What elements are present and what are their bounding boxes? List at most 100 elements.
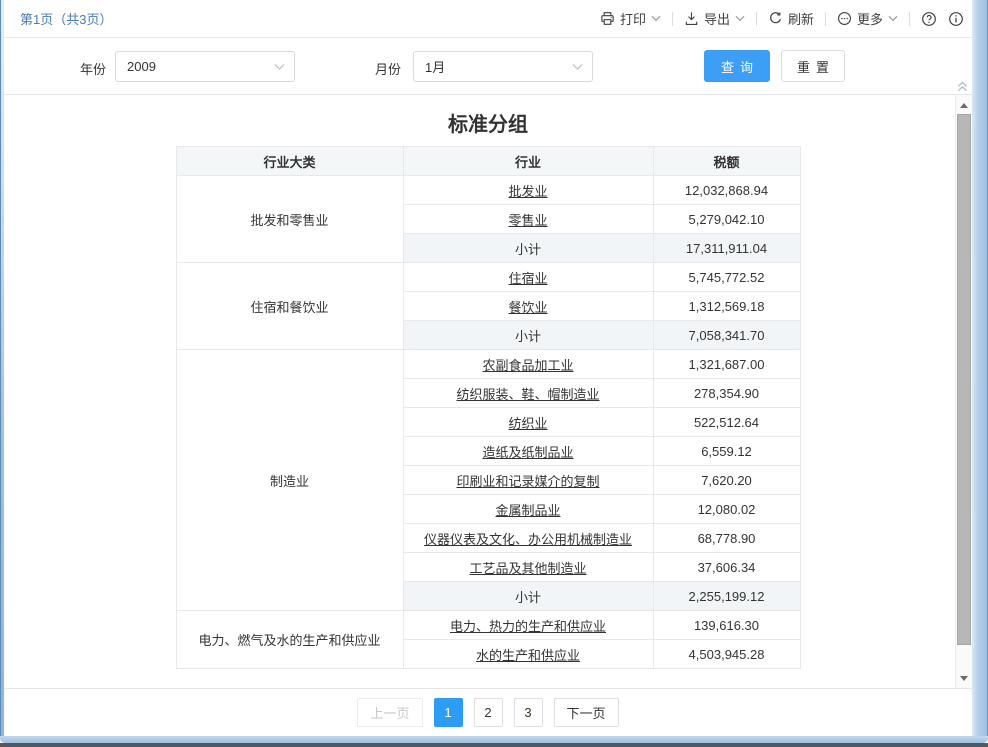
industry-cell[interactable]: 零售业 xyxy=(403,205,653,234)
refresh-button[interactable]: 刷新 xyxy=(768,9,814,28)
year-select[interactable]: 2009 xyxy=(115,51,295,82)
table-row: 制造业农副食品加工业1,321,687.00 xyxy=(176,350,800,379)
export-button[interactable]: 导出 xyxy=(684,9,745,28)
help-button[interactable] xyxy=(921,11,937,27)
industry-link[interactable]: 水的生产和供应业 xyxy=(476,648,580,663)
vertical-scrollbar[interactable] xyxy=(955,95,972,688)
category-cell: 批发和零售业 xyxy=(176,176,403,263)
amount-cell: 5,279,042.10 xyxy=(653,205,800,234)
industry-cell[interactable]: 纺织业 xyxy=(403,408,653,437)
toolbar-divider xyxy=(756,12,757,26)
industry-link[interactable]: 造纸及纸制品业 xyxy=(482,445,573,460)
column-header-category: 行业大类 xyxy=(176,147,403,176)
industry-link[interactable]: 零售业 xyxy=(508,213,547,228)
filter-bar: 年份 2009 月份 1月 查询 重置 xyxy=(4,38,972,95)
month-value: 1月 xyxy=(425,57,445,76)
industry-link[interactable]: 农副食品加工业 xyxy=(482,358,573,373)
chevron-down-icon xyxy=(651,15,661,22)
chevron-down-icon xyxy=(735,15,745,22)
export-label: 导出 xyxy=(704,9,730,28)
report-content: 第1页（共3页） 打印 xyxy=(4,0,972,736)
industry-cell[interactable]: 工艺品及其他制造业 xyxy=(403,553,653,582)
info-button[interactable] xyxy=(948,11,964,27)
amount-cell: 37,606.34 xyxy=(653,553,800,582)
chevron-down-icon xyxy=(572,63,583,71)
amount-cell: 2,255,199.12 xyxy=(653,582,800,611)
subtotal-label-cell: 小计 xyxy=(403,321,653,350)
industry-link[interactable]: 电力、热力的生产和供应业 xyxy=(450,619,606,634)
industry-link[interactable]: 纺织业 xyxy=(508,416,547,431)
industry-cell[interactable]: 纺织服装、鞋、帽制造业 xyxy=(403,379,653,408)
industry-cell[interactable]: 仪器仪表及文化、办公用机械制造业 xyxy=(403,524,653,553)
subtotal-label-cell: 小计 xyxy=(403,234,653,263)
toolbar-actions: 打印 导出 xyxy=(600,9,964,28)
toolbar-divider xyxy=(825,12,826,26)
scroll-up-arrow[interactable] xyxy=(956,97,972,113)
next-page-button[interactable]: 下一页 xyxy=(554,698,619,727)
collapse-filter-button[interactable] xyxy=(956,80,969,93)
industry-link[interactable]: 餐饮业 xyxy=(508,300,547,315)
download-icon xyxy=(684,11,699,26)
reset-button[interactable]: 重置 xyxy=(781,50,845,82)
industry-link[interactable]: 住宿业 xyxy=(508,271,547,286)
reset-label: 重置 xyxy=(797,57,835,76)
prev-page-button[interactable]: 上一页 xyxy=(357,698,422,727)
industry-link[interactable]: 印刷业和记录媒介的复制 xyxy=(456,474,599,489)
table-row: 电力、燃气及水的生产和供应业电力、热力的生产和供应业139,616.30 xyxy=(176,611,800,640)
table-row: 批发和零售业批发业12,032,868.94 xyxy=(176,176,800,205)
scroll-down-arrow[interactable] xyxy=(956,670,972,686)
category-cell: 住宿和餐饮业 xyxy=(176,263,403,350)
industry-cell[interactable]: 批发业 xyxy=(403,176,653,205)
chevron-down-icon xyxy=(888,15,898,22)
industry-link[interactable]: 工艺品及其他制造业 xyxy=(469,561,586,576)
amount-cell: 7,058,341.70 xyxy=(653,321,800,350)
amount-cell: 68,778.90 xyxy=(653,524,800,553)
industry-cell[interactable]: 印刷业和记录媒介的复制 xyxy=(403,466,653,495)
year-value: 2009 xyxy=(127,59,156,74)
page-button-3[interactable]: 3 xyxy=(514,698,543,727)
window-border-bottom xyxy=(0,736,988,743)
taskbar-edge xyxy=(0,743,988,747)
industry-cell[interactable]: 住宿业 xyxy=(403,263,653,292)
info-circle-icon xyxy=(948,11,964,27)
subtotal-label-cell: 小计 xyxy=(403,582,653,611)
amount-cell: 139,616.30 xyxy=(653,611,800,640)
amount-cell: 5,745,772.52 xyxy=(653,263,800,292)
amount-cell: 12,032,868.94 xyxy=(653,176,800,205)
printer-icon xyxy=(600,11,615,26)
report-window: 第1页（共3页） 打印 xyxy=(0,0,988,747)
page-button-2[interactable]: 2 xyxy=(474,698,503,727)
report-area: 标准分组 行业大类 行业 税额 批发和零售业 批发业 12,032,868.94 零售… xyxy=(4,95,972,688)
table-row: 住宿和餐饮业住宿业5,745,772.52 xyxy=(176,263,800,292)
toolbar-divider xyxy=(909,12,910,26)
industry-cell[interactable]: 水的生产和供应业 xyxy=(403,640,653,669)
industry-link[interactable]: 纺织服装、鞋、帽制造业 xyxy=(456,387,599,402)
industry-cell[interactable]: 造纸及纸制品业 xyxy=(403,437,653,466)
industry-link[interactable]: 批发业 xyxy=(508,184,547,199)
more-button[interactable]: 更多 xyxy=(837,9,898,28)
industry-cell[interactable]: 电力、热力的生产和供应业 xyxy=(403,611,653,640)
category-cell: 制造业 xyxy=(176,350,403,611)
amount-cell: 1,312,569.18 xyxy=(653,292,800,321)
scrollbar-thumb[interactable] xyxy=(957,114,971,645)
amount-cell: 12,080.02 xyxy=(653,495,800,524)
column-header-amount: 税额 xyxy=(653,147,800,176)
industry-cell[interactable]: 金属制品业 xyxy=(403,495,653,524)
report-title: 标准分组 xyxy=(4,108,972,137)
report-table-body: 批发和零售业批发业12,032,868.94零售业5,279,042.10小计1… xyxy=(176,176,800,669)
print-button[interactable]: 打印 xyxy=(600,9,661,28)
amount-cell: 4,503,945.28 xyxy=(653,640,800,669)
pagination-bar: 上一页 1 2 3 下一页 xyxy=(4,688,972,736)
page-button-1[interactable]: 1 xyxy=(434,698,463,727)
query-button[interactable]: 查询 xyxy=(704,50,770,82)
column-header-industry: 行业 xyxy=(403,147,653,176)
industry-link[interactable]: 仪器仪表及文化、办公用机械制造业 xyxy=(424,532,632,547)
industry-cell[interactable]: 农副食品加工业 xyxy=(403,350,653,379)
amount-cell: 1,321,687.00 xyxy=(653,350,800,379)
question-circle-icon xyxy=(921,11,937,27)
industry-cell[interactable]: 餐饮业 xyxy=(403,292,653,321)
refresh-icon xyxy=(768,11,783,26)
month-select[interactable]: 1月 xyxy=(413,51,593,82)
industry-link[interactable]: 金属制品业 xyxy=(495,503,560,518)
refresh-label: 刷新 xyxy=(788,9,814,28)
